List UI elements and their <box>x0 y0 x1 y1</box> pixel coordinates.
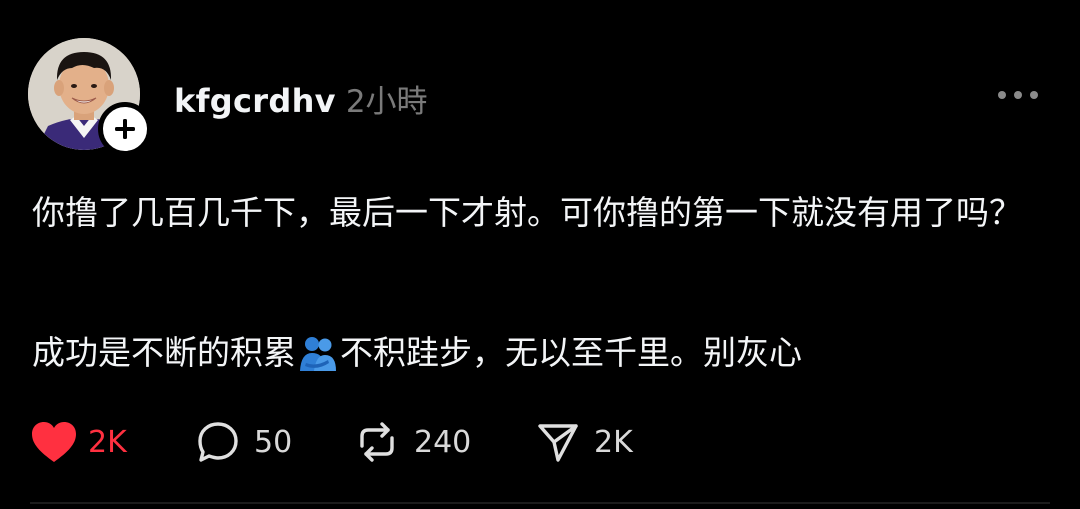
send-icon <box>538 424 578 462</box>
comment-bubble-icon <box>198 422 238 462</box>
thread-post: kfgcrdhv 2小時 你撸了几百几千下，最后一下才射。可你撸的第一下就没有用… <box>0 0 1080 509</box>
plus-icon <box>115 119 135 139</box>
action-bar: 2K 50 240 2K <box>30 418 656 466</box>
like-button[interactable]: 2K <box>30 418 196 466</box>
share-button[interactable]: 2K <box>536 418 656 466</box>
share-count: 2K <box>594 424 633 460</box>
comment-count: 50 <box>254 424 293 460</box>
post-divider <box>30 502 1050 504</box>
paragraph-2-text-end: 不积跬步，无以至千里。别灰心 <box>340 333 802 372</box>
avatar-container[interactable] <box>28 38 152 156</box>
people-hugging-icon <box>300 337 336 371</box>
post-paragraph-2: 成功是不断的积累 不积跬步，无以至千里。别灰心 <box>32 327 1032 379</box>
username[interactable]: kfgcrdhv <box>174 82 336 120</box>
post-time: 2小時 <box>345 84 428 120</box>
heart-icon <box>32 422 76 462</box>
post-paragraph-1: 你撸了几百几千下，最后一下才射。可你撸的第一下就没有用了吗？ <box>32 193 1022 232</box>
repost-count: 240 <box>414 424 472 460</box>
paragraph-2-text-start: 成功是不断的积累 <box>32 333 296 372</box>
repost-icon <box>360 422 394 462</box>
post-header: kfgcrdhv 2小時 <box>174 76 428 120</box>
follow-button[interactable] <box>98 102 152 156</box>
more-options-button[interactable] <box>992 80 1044 110</box>
comment-button[interactable]: 50 <box>196 418 354 466</box>
like-count: 2K <box>88 424 127 460</box>
repost-button[interactable]: 240 <box>354 418 536 466</box>
more-dots-icon <box>998 91 1038 99</box>
